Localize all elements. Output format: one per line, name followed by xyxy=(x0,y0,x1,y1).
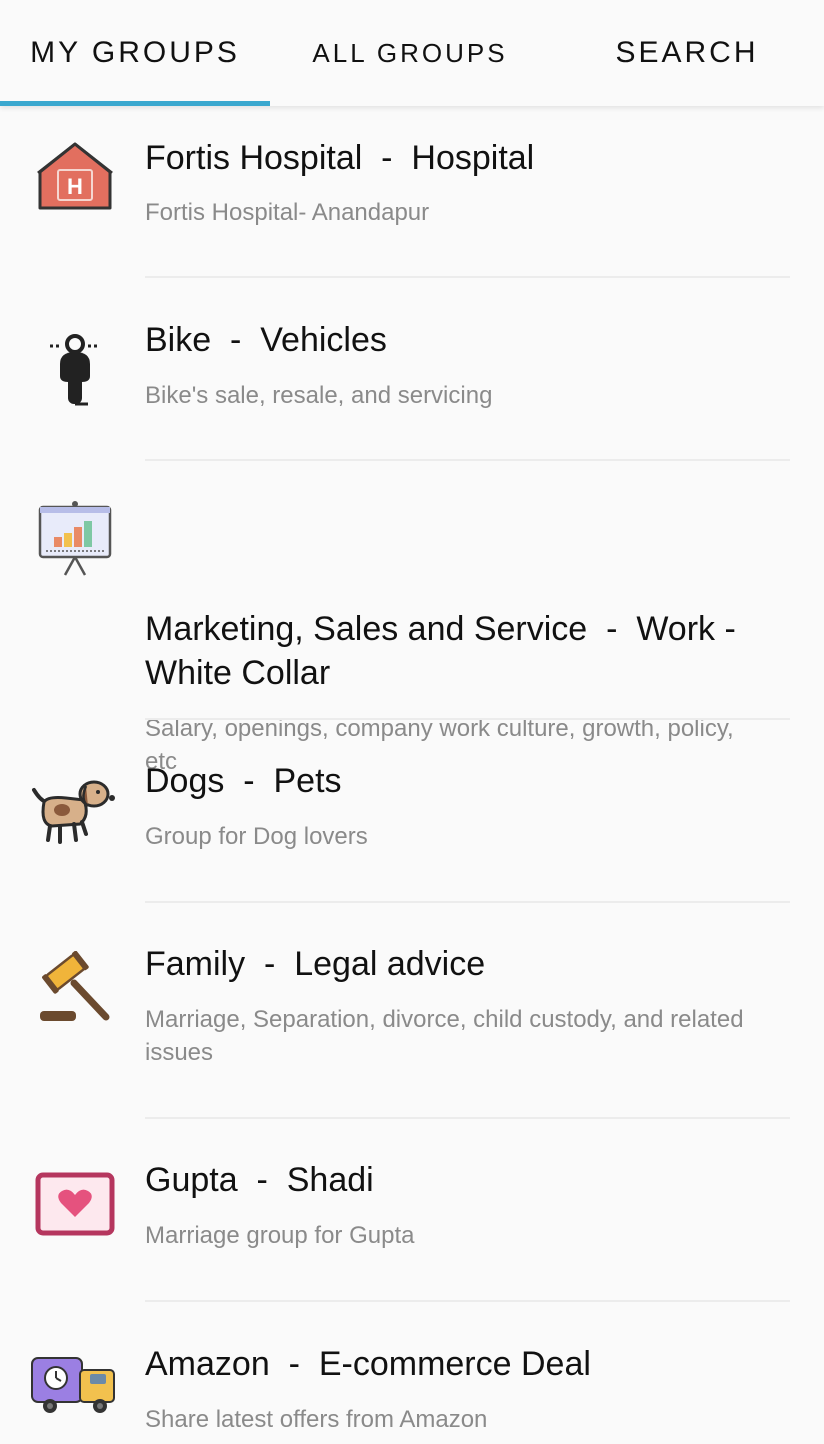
group-item-dogs[interactable]: Dogs - Pets Group for Dog lovers xyxy=(0,720,824,903)
group-title: Dogs - Pets xyxy=(145,762,342,800)
group-description: Share latest offers from Amazon xyxy=(145,1406,488,1433)
dog-icon xyxy=(30,772,120,852)
group-item-fortis-hospital[interactable]: H Fortis Hospital - Hospital Fortis Hosp… xyxy=(0,106,824,278)
tab-all-groups[interactable]: ALL GROUPS xyxy=(275,0,545,106)
gavel-icon xyxy=(30,951,120,1031)
tab-bar: MY GROUPS ALL GROUPS SEARCH xyxy=(0,0,824,106)
group-item-marketing[interactable]: Marketing, Sales and Service - Work - Wh… xyxy=(0,461,824,775)
group-item-amazon[interactable]: Amazon - E-commerce Deal Share latest of… xyxy=(0,1302,824,1444)
group-description: Marriage group for Gupta xyxy=(145,1222,415,1249)
group-description: Marriage, Separation, divorce, child cus… xyxy=(145,1006,744,1066)
group-title: Bike - Vehicles xyxy=(145,321,387,359)
group-description: Group for Dog lovers xyxy=(145,823,368,850)
group-item-bike[interactable]: Bike - Vehicles Bike's sale, resale, and… xyxy=(0,278,824,461)
group-title: Amazon - E-commerce Deal xyxy=(145,1345,591,1383)
svg-text:H: H xyxy=(67,174,83,199)
tab-my-groups[interactable]: MY GROUPS xyxy=(0,0,270,106)
delivery-truck-icon xyxy=(30,1344,120,1424)
heart-frame-icon xyxy=(30,1165,120,1245)
group-title: Gupta - Shadi xyxy=(145,1161,374,1199)
app-screen: MY GROUPS ALL GROUPS SEARCH H Fortis Hos… xyxy=(0,0,824,1444)
group-item-family-legal[interactable]: Family - Legal advice Marriage, Separati… xyxy=(0,903,824,1119)
group-description: Fortis Hospital- Anandapur xyxy=(145,199,430,226)
hospital-icon: H xyxy=(30,136,120,216)
presentation-chart-icon xyxy=(30,499,120,579)
group-title: Marketing, Sales and Service - Work - Wh… xyxy=(145,610,746,692)
active-tab-indicator xyxy=(0,101,270,106)
group-item-gupta-shadi[interactable]: Gupta - Shadi Marriage group for Gupta xyxy=(0,1119,824,1302)
tab-search[interactable]: SEARCH xyxy=(550,0,824,106)
group-title: Family - Legal advice xyxy=(145,945,486,983)
group-title: Fortis Hospital - Hospital xyxy=(145,139,535,177)
group-description: Bike's sale, resale, and servicing xyxy=(145,382,493,409)
bike-icon xyxy=(30,328,120,408)
